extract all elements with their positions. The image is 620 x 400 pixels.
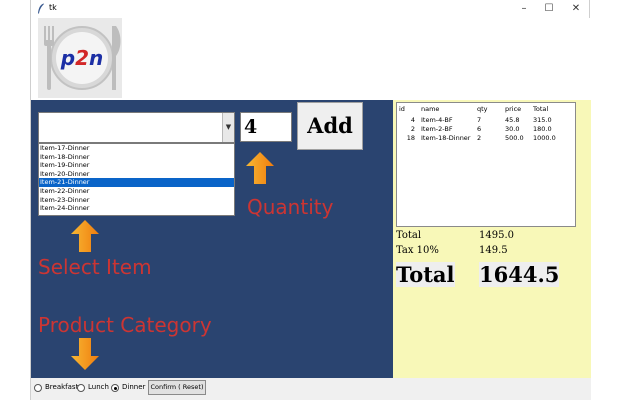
subtotal-value: 1495.0 (479, 230, 514, 241)
logo: p2n (38, 18, 122, 98)
column-header-id[interactable]: id (397, 103, 419, 115)
table-cell: 45.8 (505, 115, 520, 124)
arrow-up-icon (246, 152, 274, 184)
table-row[interactable]: 2 Item-2-BF 6 30.0 180.0 (397, 124, 571, 133)
table-cell: Item-18-Dinner (421, 133, 471, 142)
annotation-product-category: Product Category (38, 313, 212, 337)
order-table[interactable]: id name qty price Total 4 Item-4-BF 7 45.8 315.0… (396, 102, 576, 227)
header-area: p2n (31, 18, 591, 100)
item-listbox[interactable]: Item-17-Dinner Item-18-Dinner Item-19-Dinn… (38, 143, 235, 216)
table-cell: 4 (410, 115, 415, 124)
grand-total-label: Total (396, 262, 455, 287)
chevron-down-icon[interactable]: ▼ (222, 113, 234, 142)
radio-breakfast[interactable] (34, 384, 42, 392)
table-cell: Item-4-BF (421, 115, 453, 124)
tax-label: Tax 10% (396, 245, 439, 256)
tax-value: 149.5 (479, 245, 508, 256)
order-entry-panel: ▼ Item-17-Dinner Item-18-Dinner Item-19-Di… (31, 100, 393, 378)
table-cell: 2 (410, 124, 415, 133)
table-row[interactable]: 18 Item-18-Dinner 2 500.0 1000.0 (397, 133, 571, 142)
list-item[interactable]: Item-23-Dinner (39, 196, 234, 205)
list-item[interactable]: Item-24-Dinner (39, 204, 234, 213)
app-window: tk – ☐ ✕ p2n ▼ Item-17-Dinner Item-18-Di… (30, 0, 591, 400)
radio-dinner[interactable] (111, 384, 119, 392)
list-item[interactable]: Item-20-Dinner (39, 170, 234, 179)
close-button[interactable]: ✕ (566, 2, 586, 16)
radio-breakfast-label: Breakfast (45, 383, 79, 391)
window-title: tk (49, 3, 57, 12)
subtotal-label: Total (396, 230, 422, 241)
column-header-total[interactable]: Total (531, 103, 571, 115)
list-item[interactable]: Item-21-Dinner (39, 178, 234, 187)
minimize-button[interactable]: – (514, 2, 534, 16)
table-cell: 1000.0 (533, 133, 556, 142)
table-row[interactable]: 4 Item-4-BF 7 45.8 315.0 (397, 115, 571, 124)
svg-text:p2n: p2n (60, 46, 104, 70)
list-item[interactable]: Item-18-Dinner (39, 153, 234, 162)
radio-lunch[interactable] (77, 384, 85, 392)
table-cell: 7 (477, 115, 482, 124)
maximize-button[interactable]: ☐ (539, 2, 559, 16)
quantity-input[interactable]: 4 (240, 112, 292, 142)
confirm-reset-button[interactable]: Confirm ( Reset) (148, 380, 206, 395)
list-item[interactable]: Item-17-Dinner (39, 144, 234, 153)
grand-total-value: 1644.5 (479, 262, 560, 287)
column-header-qty[interactable]: qty (475, 103, 503, 115)
radio-lunch-label: Lunch (88, 383, 109, 391)
category-bar: Breakfast Lunch Dinner Confirm ( Reset) (31, 378, 591, 400)
radio-dinner-label: Dinner (122, 383, 146, 391)
table-cell: 315.0 (533, 115, 552, 124)
table-cell: 18 (406, 133, 415, 142)
table-cell: 2 (477, 133, 482, 142)
annotation-quantity: Quantity (247, 195, 334, 219)
title-bar: tk – ☐ ✕ (31, 0, 589, 18)
summary-panel: id name qty price Total 4 Item-4-BF 7 45.8 315.0… (393, 100, 591, 378)
table-cell: 500.0 (505, 133, 524, 142)
arrow-down-icon (71, 338, 99, 370)
arrow-up-icon (71, 220, 99, 252)
column-header-price[interactable]: price (503, 103, 531, 115)
annotation-select-item: Select Item (38, 255, 152, 279)
tk-feather-icon (38, 3, 44, 14)
item-combobox[interactable]: ▼ (38, 112, 235, 143)
table-cell: Item-2-BF (421, 124, 453, 133)
table-header: id name qty price Total (397, 103, 571, 115)
list-item[interactable]: Item-22-Dinner (39, 187, 234, 196)
table-cell: 30.0 (505, 124, 520, 133)
table-cell: 180.0 (533, 124, 552, 133)
table-cell: 6 (477, 124, 482, 133)
plate-fork-knife-icon: p2n (38, 18, 122, 98)
add-button[interactable]: Add (297, 102, 363, 150)
column-header-name[interactable]: name (419, 103, 475, 115)
list-item[interactable]: Item-19-Dinner (39, 161, 234, 170)
